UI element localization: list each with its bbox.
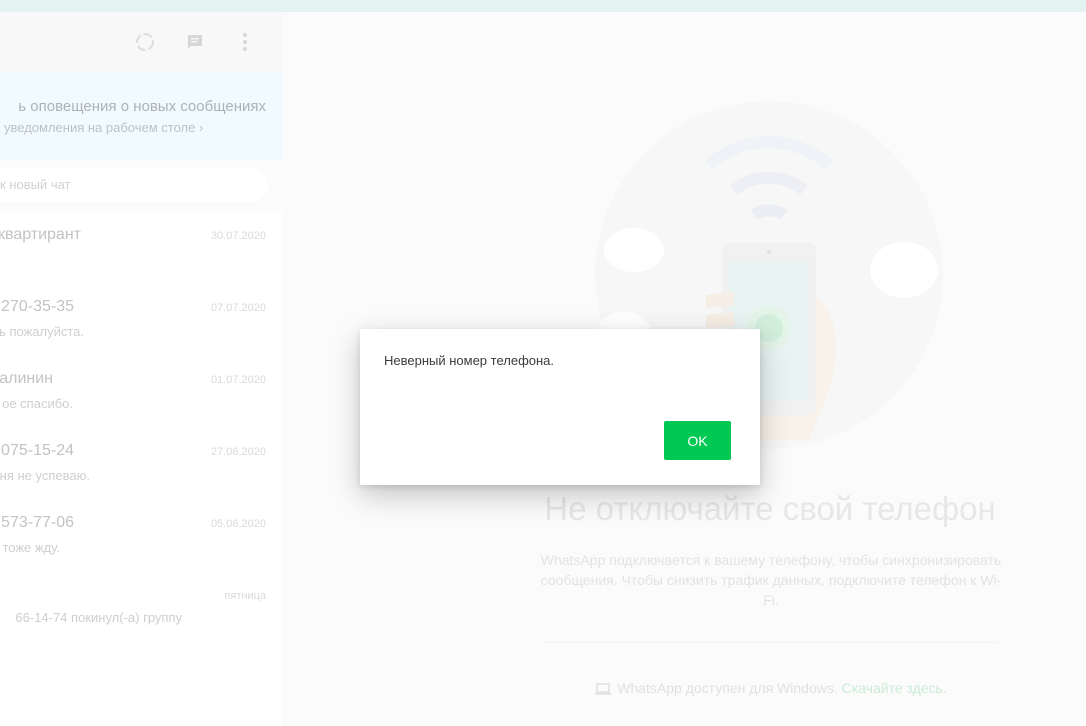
dialog-message: Неверный номер телефона. <box>384 353 555 368</box>
ok-button[interactable]: OK <box>664 421 731 460</box>
error-dialog: Неверный номер телефона. OK <box>360 329 760 485</box>
